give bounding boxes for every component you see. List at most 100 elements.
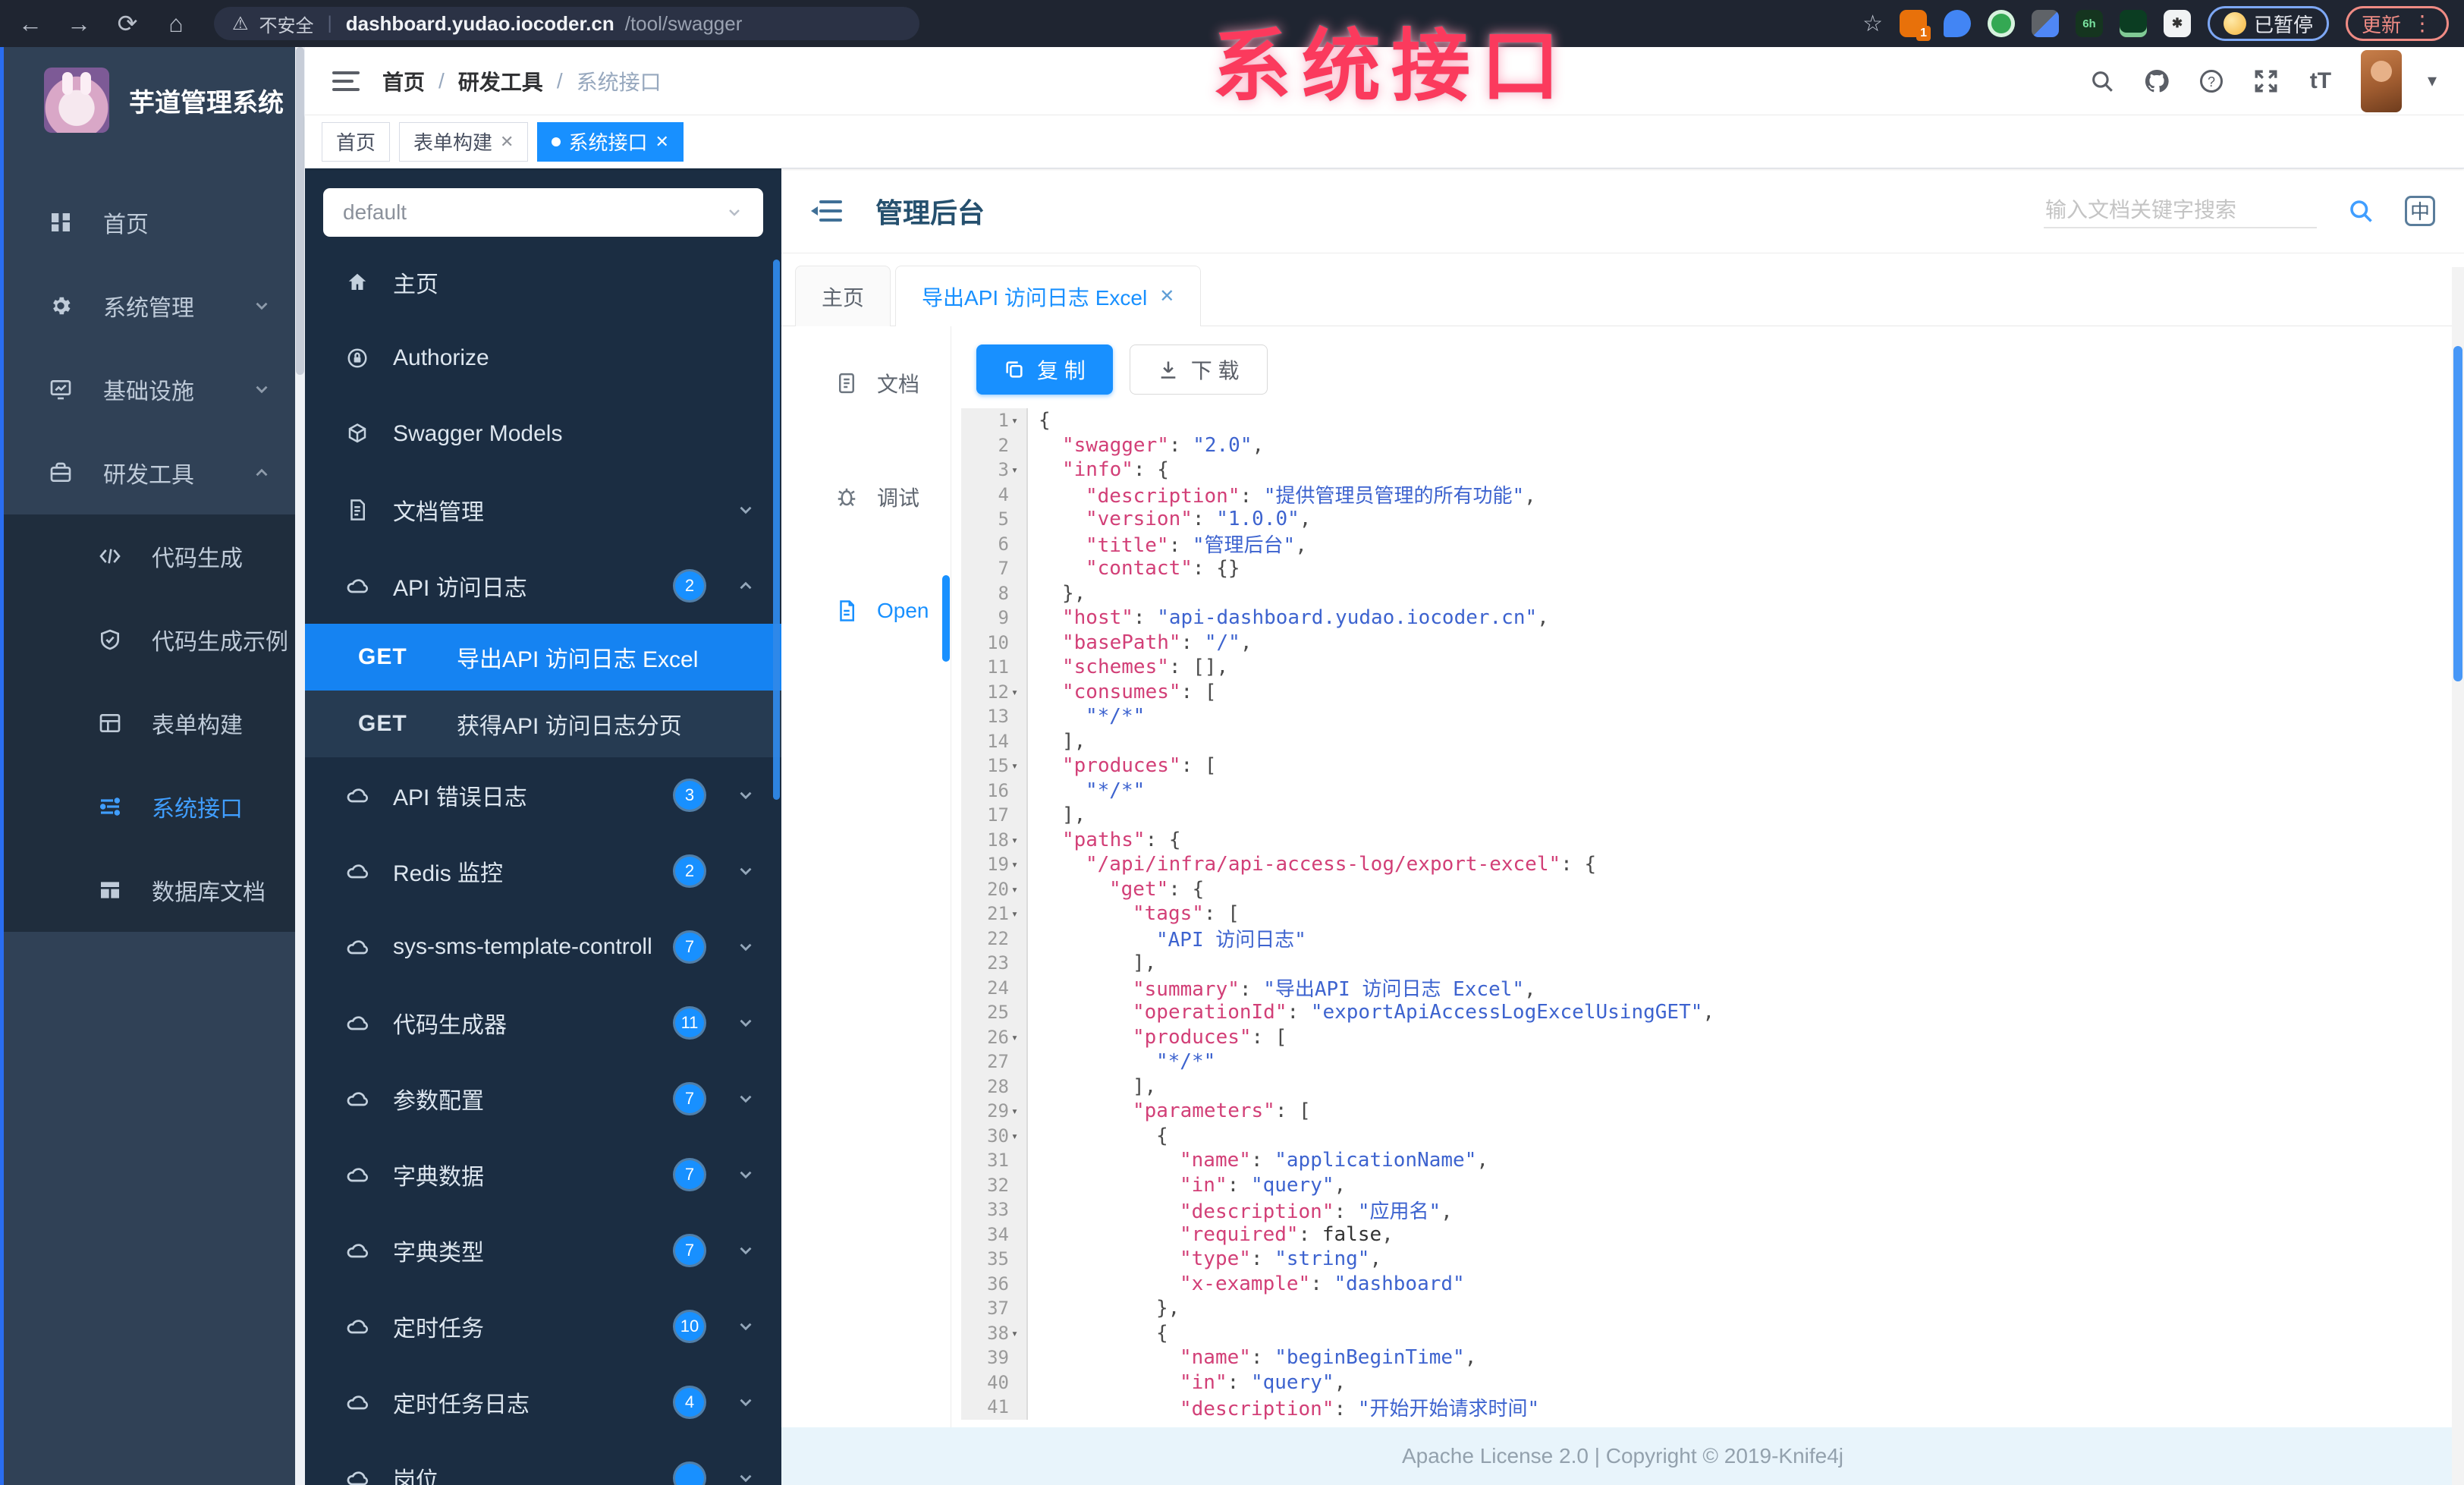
code-line: 6 "title": "管理后台", xyxy=(961,531,2449,557)
swagger-menu-item[interactable]: API 访问日志 2 xyxy=(305,548,781,624)
fold-toggle-icon[interactable]: ▾ xyxy=(1011,883,1022,896)
api-operation[interactable]: GET 导出API 访问日志 Excel xyxy=(305,624,781,691)
plant-extension-icon[interactable] xyxy=(2119,10,2147,37)
swagger-json-editor[interactable]: 1 ▾ {2 "swagger": "2.0", 3 ▾ "info": {4 "descri… xyxy=(961,408,2449,1427)
fold-toggle-icon[interactable]: ▾ xyxy=(1011,907,1022,920)
tag-view[interactable]: 首页 xyxy=(322,121,391,162)
pin-extension-icon[interactable] xyxy=(1943,10,1971,37)
sidebar-subitem[interactable]: 数据库文档 xyxy=(0,848,305,932)
doc-nav-item[interactable]: 调试 xyxy=(781,440,951,554)
api-group-item[interactable]: 字典数据 7 xyxy=(305,1137,781,1213)
language-icon[interactable]: 中 xyxy=(2405,195,2435,226)
line-number: 21 ▾ xyxy=(961,901,1028,927)
swagger-menu-item[interactable]: 主页 xyxy=(305,244,781,320)
collapse-menu-icon[interactable] xyxy=(810,198,842,224)
api-group-item[interactable]: API 错误日志 3 xyxy=(305,757,781,833)
doc-search-icon[interactable] xyxy=(2347,197,2374,225)
line-number: 39 xyxy=(961,1345,1028,1370)
open-file-icon xyxy=(834,599,859,622)
shield-extension-icon[interactable] xyxy=(1987,10,2015,37)
update-button[interactable]: 更新 ⋮ xyxy=(2345,6,2449,41)
api-operation[interactable]: GET 获得API 访问日志分页 xyxy=(305,691,781,757)
api-group-item[interactable]: 定时任务 10 xyxy=(305,1288,781,1364)
browser-home-icon[interactable]: ⌂ xyxy=(161,11,191,36)
sidebar-scrollbar-thumb[interactable] xyxy=(296,47,304,375)
sidebar-subitem[interactable]: 系统接口 xyxy=(0,765,305,848)
breadcrumb-separator: / xyxy=(438,68,445,93)
line-number: 33 xyxy=(961,1197,1028,1222)
fold-toggle-icon[interactable]: ▾ xyxy=(1011,1030,1022,1044)
api-group-select[interactable]: default xyxy=(323,188,763,237)
extension-icon[interactable]: 1 xyxy=(1899,10,1931,41)
fold-toggle-icon[interactable]: ▾ xyxy=(1011,759,1022,772)
chevron-down-icon[interactable]: ▾ xyxy=(2428,70,2437,92)
sidebar-item[interactable]: 研发工具 xyxy=(0,431,305,514)
user-avatar[interactable] xyxy=(2360,49,2402,112)
code-line: 33 "description": "应用名", xyxy=(961,1197,2449,1223)
fold-toggle-icon[interactable]: ▾ xyxy=(1011,1104,1022,1118)
help-icon[interactable]: ? xyxy=(2197,67,2226,96)
doc-tab[interactable]: 主页 xyxy=(795,266,891,326)
doc-search-input[interactable] xyxy=(2045,197,2315,222)
browser-back-icon[interactable]: ← xyxy=(15,11,46,36)
fold-toggle-icon[interactable]: ▾ xyxy=(1011,1129,1022,1143)
doc-nav-item[interactable]: Open xyxy=(781,554,951,668)
browser-menu-icon[interactable]: ⋮ xyxy=(2412,13,2433,34)
sidebar-subitem[interactable]: 代码生成 xyxy=(0,514,305,598)
doc-search-box[interactable] xyxy=(2044,193,2317,228)
close-icon[interactable]: ✕ xyxy=(1159,285,1174,307)
download-button[interactable]: 下 载 xyxy=(1129,345,1268,395)
api-group-item[interactable]: 岗位 xyxy=(305,1440,781,1485)
breadcrumb-item[interactable]: 首页 xyxy=(382,66,425,96)
main-scrollbar[interactable] xyxy=(2452,267,2464,1485)
swagger-menu-item[interactable]: Swagger Models xyxy=(305,396,781,472)
font-size-icon[interactable]: tT xyxy=(2306,67,2335,96)
swagger-scrollbar-thumb[interactable] xyxy=(773,260,780,800)
sidebar-subitem[interactable]: 代码生成示例 xyxy=(0,598,305,681)
breadcrumb-item[interactable]: 研发工具 xyxy=(458,66,543,96)
fold-toggle-icon[interactable]: ▾ xyxy=(1011,857,1022,871)
doc-nav-item[interactable]: 文档 xyxy=(781,326,951,440)
fold-toggle-icon[interactable]: ▾ xyxy=(1011,463,1022,477)
timer-extension-icon[interactable]: 6h xyxy=(2075,10,2103,37)
bookmark-star-icon[interactable]: ☆ xyxy=(1862,11,1883,37)
tag-view[interactable]: 系统接口 ✕ xyxy=(537,121,684,162)
github-icon[interactable] xyxy=(2142,67,2171,96)
api-group-item[interactable]: sys-sms-template-controller 7 xyxy=(305,909,781,985)
code-text: "parameters": [ xyxy=(1133,1100,1311,1123)
sidebar-item[interactable]: 首页 xyxy=(0,181,305,264)
api-group-item[interactable]: Redis 监控 2 xyxy=(305,833,781,909)
fold-toggle-icon[interactable]: ▾ xyxy=(1011,833,1022,847)
browser-forward-icon[interactable]: → xyxy=(64,11,94,36)
address-bar[interactable]: ⚠ 不安全 | dashboard.yudao.iocoder.cn/tool/… xyxy=(214,7,919,40)
tag-view[interactable]: 表单构建 ✕ xyxy=(399,121,529,162)
fold-toggle-icon[interactable]: ▾ xyxy=(1011,414,1022,427)
sidebar-scrollbar[interactable] xyxy=(295,47,305,1485)
fold-toggle-icon[interactable]: ▾ xyxy=(1011,685,1022,699)
app-logo-row[interactable]: 芋道管理系统 xyxy=(0,47,305,153)
search-icon[interactable] xyxy=(2088,67,2117,96)
sidebar-item[interactable]: 系统管理 xyxy=(0,264,305,348)
code-text: "produces": [ xyxy=(1062,754,1217,778)
paused-extension-pill[interactable]: 已暂停 xyxy=(2207,6,2329,41)
browser-reload-icon[interactable]: ⟳ xyxy=(112,11,143,36)
doc-tab[interactable]: 导出API 访问日志 Excel ✕ xyxy=(895,266,1202,326)
grid-extension-icon[interactable] xyxy=(2031,10,2059,37)
close-icon[interactable]: ✕ xyxy=(500,132,514,152)
api-group-item[interactable]: 参数配置 7 xyxy=(305,1061,781,1137)
swagger-menu-item[interactable]: Authorize xyxy=(305,320,781,396)
fullscreen-icon[interactable] xyxy=(2252,67,2280,96)
paw-extension-icon[interactable]: ✱ xyxy=(2163,10,2191,37)
code-text: "consumes": [ xyxy=(1062,680,1217,703)
api-group-item[interactable]: 定时任务日志 4 xyxy=(305,1364,781,1440)
close-icon[interactable]: ✕ xyxy=(655,132,668,152)
api-group-item[interactable]: 代码生成器 11 xyxy=(305,985,781,1061)
main-scrollbar-thumb[interactable] xyxy=(2453,346,2462,681)
api-group-item[interactable]: 字典类型 7 xyxy=(305,1213,781,1288)
sidebar-item[interactable]: 基础设施 xyxy=(0,348,305,431)
copy-button[interactable]: 复 制 xyxy=(976,345,1113,395)
fold-toggle-icon[interactable]: ▾ xyxy=(1011,1326,1022,1340)
swagger-menu-item[interactable]: 文档管理 xyxy=(305,472,781,548)
sidebar-subitem[interactable]: 表单构建 xyxy=(0,681,305,765)
hamburger-icon[interactable] xyxy=(332,70,360,93)
